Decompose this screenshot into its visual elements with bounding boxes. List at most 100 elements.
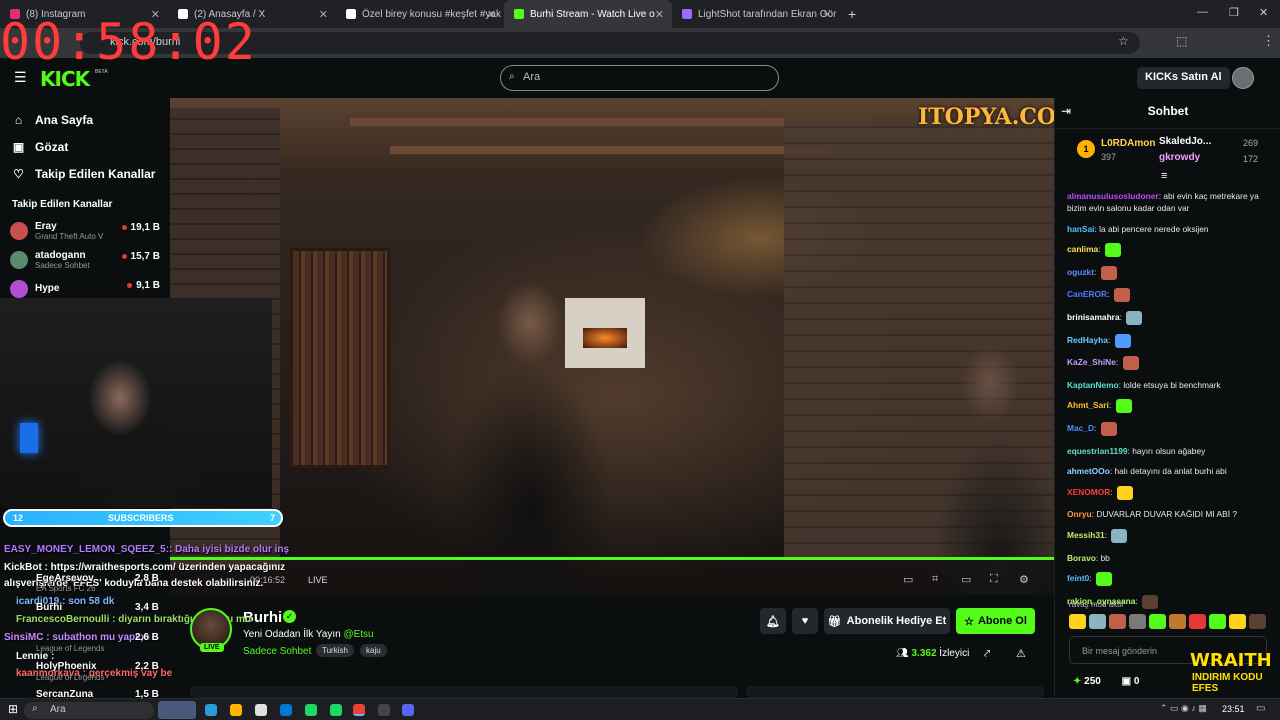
video-player[interactable]: ITOPYA.COM (170, 98, 1054, 595)
taskbar-search[interactable]: ⌕ Ara (24, 702, 154, 719)
stream-tag[interactable]: kaju (360, 644, 387, 657)
chat-username[interactable]: canlima (1067, 244, 1098, 254)
widgets-icon[interactable] (158, 701, 196, 719)
mail-icon[interactable] (280, 704, 292, 716)
chat-username[interactable]: almanusulusosludoner (1067, 191, 1159, 201)
chat-username[interactable]: KaptanNemo (1067, 380, 1119, 390)
subscribe-button[interactable]: ☆ Abone Ol (956, 608, 1035, 634)
top-gifter-name[interactable]: SkaledJo... (1159, 136, 1211, 147)
close-tab-icon[interactable]: ✕ (319, 8, 328, 21)
buy-kicks-button[interactable]: KICKs Satın Al (1137, 67, 1230, 89)
obs-icon[interactable] (378, 704, 390, 716)
chrome-icon[interactable] (353, 704, 365, 716)
spotify-icon[interactable] (305, 704, 317, 716)
chat-emote[interactable] (1104, 243, 1121, 258)
emote[interactable] (1229, 614, 1246, 629)
kick-points-icon[interactable]: ✦ (1073, 676, 1081, 687)
stream-title-mention[interactable]: @Etsu (343, 629, 373, 640)
browser-tab[interactable]: LightShot tarafından Ekran Gör ✕ (672, 0, 840, 28)
gift-sub-button[interactable]: 🎁︎ Abonelik Hediye Et (824, 608, 950, 634)
emote[interactable] (1089, 614, 1106, 629)
notification-bell-button[interactable]: 🔔︎ (760, 608, 786, 634)
chat-username[interactable]: CanEROR (1067, 290, 1107, 300)
nav-home[interactable]: ⌂ Ana Sayfa (0, 106, 170, 133)
chat-username[interactable]: feint0 (1067, 573, 1089, 583)
chat-username[interactable]: Mac_D (1067, 423, 1094, 433)
theater-mode-icon[interactable]: ▭ (961, 573, 971, 586)
chat-emote[interactable] (1100, 421, 1117, 436)
miniplayer-icon[interactable]: ▭ (903, 573, 913, 586)
chat-username[interactable]: KaZe_ShiNe (1067, 357, 1116, 367)
discord-icon[interactable] (402, 704, 414, 716)
chat-username[interactable]: equestrian1199 (1067, 446, 1128, 456)
close-tab-icon[interactable]: ✕ (655, 8, 664, 21)
close-tab-icon[interactable]: ✕ (487, 8, 496, 21)
report-warning-icon[interactable]: ⚠ (1016, 647, 1026, 660)
browser-tab-active[interactable]: Burhi Stream - Watch Live o ✕ (504, 0, 672, 28)
tray-icons[interactable]: ⌃ ▭ ◉ ♪ ▦ (1160, 703, 1207, 714)
follow-heart-button[interactable]: ♥ (792, 608, 818, 634)
emote[interactable] (1149, 614, 1166, 629)
stream-category[interactable]: Sadece Sohbet (243, 646, 311, 657)
chat-username[interactable]: Boravo (1067, 553, 1096, 563)
notification-icon[interactable]: ▭ (1256, 703, 1265, 714)
chat-username[interactable]: oguzkt (1067, 267, 1094, 277)
emote[interactable] (1189, 614, 1206, 629)
video-progress-bar[interactable] (170, 557, 1054, 560)
edge-icon[interactable] (205, 704, 217, 716)
clip-icon[interactable]: ⌗ (932, 573, 938, 586)
store-icon[interactable] (255, 704, 267, 716)
new-tab-button[interactable]: + (848, 6, 856, 22)
chat-emote[interactable] (1122, 356, 1139, 371)
chat-username[interactable]: hanSai (1067, 224, 1094, 234)
emote[interactable] (1109, 614, 1126, 629)
chat-username[interactable]: XENOMOR (1067, 487, 1110, 497)
restore-icon[interactable]: ❐ (1229, 6, 1239, 19)
chat-username[interactable]: Onryu (1067, 509, 1092, 519)
followed-channel[interactable]: atadogann Sadece Sohbet 15,7 B (0, 245, 170, 274)
chat-emote[interactable] (1116, 485, 1133, 500)
stream-tag[interactable]: Turkish (316, 644, 354, 657)
sidebar-channel-name[interactable]: EgeArsevov (36, 573, 94, 584)
search-input[interactable]: ⌕ Ara (500, 65, 779, 91)
share-icon[interactable]: ⤤ (984, 648, 990, 661)
chat-username[interactable]: ahmetOOo (1067, 466, 1110, 476)
fullscreen-icon[interactable]: ⛶ (990, 573, 998, 586)
windows-start-icon[interactable]: ⊞ (8, 702, 18, 716)
chat-emote[interactable] (1142, 594, 1159, 609)
top-gifter-name[interactable]: L0RDAmon (1101, 138, 1155, 149)
spotify-icon[interactable] (330, 704, 342, 716)
browser-menu-icon[interactable]: ⋮ (1262, 33, 1275, 49)
chat-emote[interactable] (1096, 572, 1112, 587)
close-tab-icon[interactable]: ✕ (823, 8, 832, 21)
chat-username[interactable]: RedHayha (1067, 335, 1108, 345)
emote[interactable] (1069, 614, 1086, 629)
chat-username[interactable]: Messih31 (1067, 530, 1105, 540)
gift-icon[interactable]: ▣ (1122, 676, 1131, 687)
chat-emote[interactable] (1111, 528, 1128, 543)
chat-emote[interactable] (1126, 310, 1143, 325)
close-window-icon[interactable]: ✕ (1259, 6, 1268, 19)
chat-emote[interactable] (1100, 265, 1117, 280)
user-avatar[interactable] (1232, 67, 1254, 89)
settings-gear-icon[interactable]: ⚙ (1019, 573, 1029, 586)
bookmark-star-icon[interactable]: ☆ (1118, 34, 1129, 48)
chat-emote[interactable] (1115, 399, 1132, 414)
emote[interactable] (1169, 614, 1186, 629)
chat-username[interactable]: Ahmt_Sari (1067, 401, 1109, 411)
browser-tab[interactable]: Özel birey konusu #keşfet #yak ✕ (336, 0, 504, 28)
emote[interactable] (1209, 614, 1226, 629)
sidebar-channel-name[interactable]: Burhi (36, 602, 62, 613)
chat-emote[interactable] (1113, 288, 1130, 303)
minimize-icon[interactable]: — (1197, 6, 1208, 18)
expand-leaderboard-icon[interactable]: ≡ (1161, 170, 1167, 182)
sidebar-channel-name[interactable]: SercanZuna (36, 689, 93, 700)
extensions-icon[interactable]: ⬚ (1176, 34, 1187, 48)
file-explorer-icon[interactable] (230, 704, 242, 716)
emote[interactable] (1249, 614, 1266, 629)
chat-emote[interactable] (1114, 333, 1131, 348)
followed-channel[interactable]: Eray Grand Theft Auto V 19,1 B (0, 216, 170, 245)
nav-browse[interactable]: ▣ Gözat (0, 133, 170, 160)
nav-following[interactable]: ♡ Takip Edilen Kanallar (0, 160, 170, 187)
top-gifter-name[interactable]: gkrowdy (1159, 152, 1200, 163)
